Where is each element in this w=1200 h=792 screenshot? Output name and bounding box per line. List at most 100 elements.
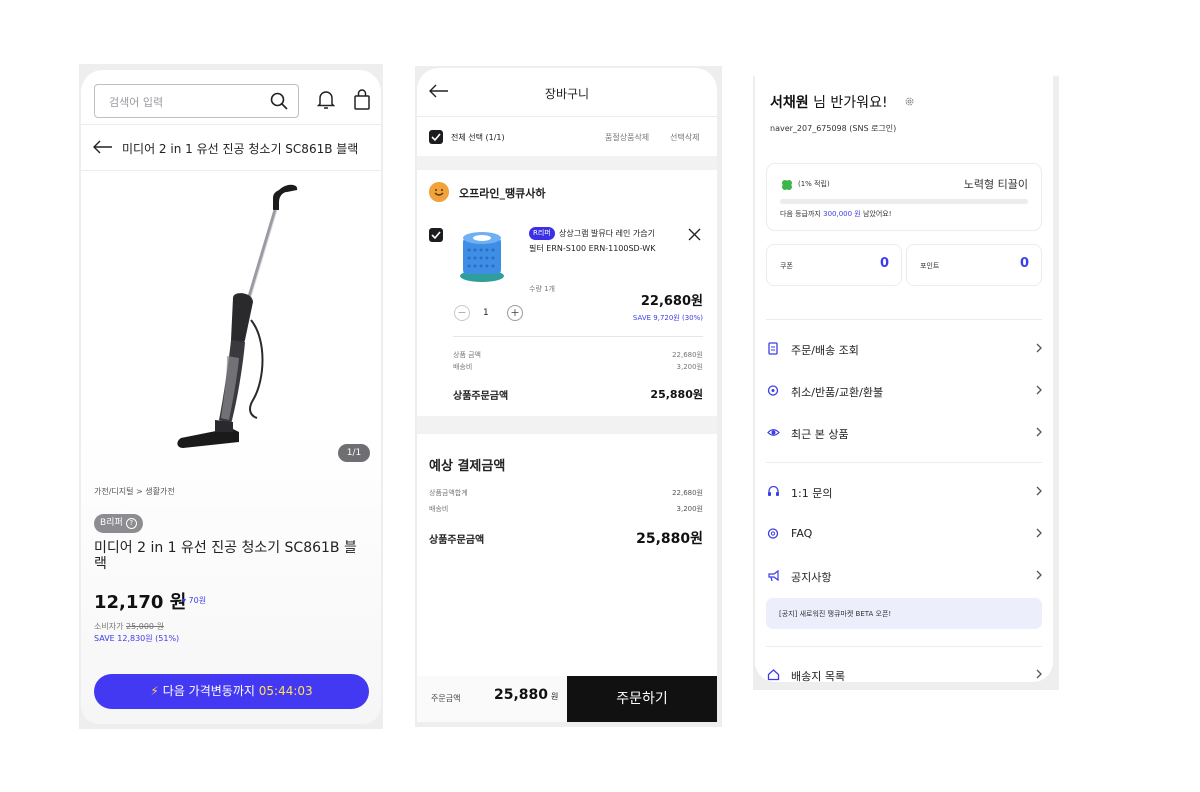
summary-value: 3,200원: [676, 363, 703, 371]
quantity-value: 1: [483, 308, 489, 318]
estimate-total: 25,880원: [636, 531, 703, 547]
delete-soldout-button[interactable]: 품절상품삭제: [605, 132, 649, 143]
headset-icon: [768, 485, 779, 496]
menu-label: 배송지 목록: [791, 670, 846, 682]
coupon-count: 0: [879, 256, 889, 271]
section-gap: [417, 416, 717, 434]
item-name-line1[interactable]: 상상그램 발뮤다 레인 가습기: [559, 228, 655, 239]
point-count: 0: [1019, 256, 1029, 271]
item-thumbnail[interactable]: [457, 230, 507, 284]
account-id: naver_207_675098 (SNS 로그인): [770, 124, 897, 133]
page-title: 미디어 2 in 1 유선 진공 청소기 SC861B 블랙: [122, 142, 359, 156]
select-all-checkbox[interactable]: [429, 130, 443, 144]
menu-label: 최근 본 상품: [791, 428, 849, 441]
help-icon[interactable]: ?: [125, 518, 137, 529]
mypage-screen: 서채원 님 반가워요! naver_207_675098 (SNS 로그인) (…: [755, 76, 1053, 682]
estimate-title: 예상 결제금액: [429, 459, 506, 474]
shopping-bag-icon[interactable]: [353, 89, 371, 110]
megaphone-icon: [768, 569, 779, 582]
menu-item-cancel-return[interactable]: 취소/반품/교환/환불: [767, 381, 1043, 401]
select-all-label[interactable]: 전체 선택 (1/1): [451, 132, 505, 143]
countdown-timer: 05:44:03: [258, 684, 313, 698]
refurb-badge[interactable]: B리퍼?: [94, 514, 143, 533]
reward-rate: (1% 적립): [798, 180, 830, 188]
menu-item-notice[interactable]: 공지사항: [767, 566, 1043, 586]
product-image[interactable]: [171, 180, 311, 455]
back-arrow-icon[interactable]: [93, 140, 113, 154]
breadcrumb[interactable]: 가전/디지털 > 생활가전: [94, 486, 175, 497]
chevron-right-icon: [1036, 669, 1042, 679]
search-input[interactable]: 검색어 입력: [94, 84, 299, 118]
greeting: 서채원 님 반가워요!: [770, 92, 888, 112]
section-gap: [417, 156, 717, 170]
point-label: 포인트: [920, 262, 940, 270]
user-name: 서채원: [770, 95, 809, 111]
divider: [453, 336, 703, 337]
divider: [766, 646, 1042, 647]
receipt-icon: [768, 342, 778, 355]
lightning-icon: ⚡: [150, 684, 159, 698]
chevron-right-icon: [1036, 427, 1042, 437]
menu-item-order-delivery[interactable]: 주문/배송 조회: [767, 339, 1043, 359]
cta-label: 다음 가격변동까지: [162, 684, 255, 698]
bell-icon[interactable]: [317, 90, 335, 110]
check-icon: [431, 133, 441, 142]
consumer-price: 소비자가 25,000 원: [94, 621, 164, 632]
quantity-decrease-button[interactable]: −: [454, 305, 470, 321]
chevron-right-icon: [1036, 528, 1042, 538]
return-icon: [767, 385, 779, 396]
product-price: 12,170 원: [94, 592, 187, 613]
order-button[interactable]: 주문하기: [567, 676, 717, 722]
clover-icon: [782, 180, 792, 190]
cart-screen: 장바구니 전체 선택 (1/1) 품절상품삭제 선택삭제 오프라인_땡큐사하 R…: [417, 68, 717, 722]
chevron-right-icon: [1036, 385, 1042, 395]
menu-label: 취소/반품/교환/환불: [791, 386, 884, 399]
product-screen: 검색어 입력 미디어 2 in 1 유선 진공 청소기 SC861B 블랙 1/…: [81, 70, 381, 724]
divider: [766, 462, 1042, 463]
price-change-timer-button[interactable]: ⚡ 다음 가격변동까지 05:44:03: [94, 674, 369, 709]
divider: [81, 170, 381, 171]
summary-value: 22,680원: [672, 351, 703, 359]
bottom-amount-label: 주문금액: [431, 694, 461, 703]
faq-icon: [767, 528, 779, 539]
estimate-label: 상품금액합계: [429, 489, 468, 497]
coupon-box[interactable]: 쿠폰 0: [766, 244, 902, 286]
divider: [417, 116, 717, 117]
item-name-line2[interactable]: 필터 ERN-S100 ERN-1100SD-WK: [529, 243, 655, 254]
next-grade-suffix: 남았어요!: [862, 210, 892, 218]
delete-selected-button[interactable]: 선택삭제: [670, 132, 699, 143]
close-icon[interactable]: [688, 228, 701, 241]
item-order-total: 25,880원: [650, 388, 703, 401]
menu-item-recently-viewed[interactable]: 최근 본 상품: [767, 423, 1043, 443]
store-name[interactable]: 오프라인_땡큐사하: [459, 185, 545, 201]
menu-item-inquiry[interactable]: 1:1 문의: [767, 482, 1043, 502]
member-grade: 노력형 티끌이: [963, 178, 1028, 191]
item-checkbox[interactable]: [429, 228, 443, 242]
estimate-label: 배송비: [429, 505, 449, 513]
estimate-value: 3,200원: [676, 505, 703, 513]
bottom-amount-value: 25,880: [494, 687, 549, 703]
notice-banner[interactable]: [공지] 새로워진 땡큐마켓 BETA 오픈!: [766, 598, 1042, 629]
gear-icon[interactable]: [904, 96, 915, 107]
chevron-right-icon: [1036, 343, 1042, 353]
point-box[interactable]: 포인트 0: [906, 244, 1042, 286]
quantity-increase-button[interactable]: +: [507, 305, 523, 321]
save-text: SAVE 12,830원 (51%): [94, 634, 180, 643]
menu-label: FAQ: [791, 527, 813, 540]
search-placeholder: 검색어 입력: [109, 96, 164, 109]
summary-label: 배송비: [453, 363, 473, 371]
coupon-label: 쿠폰: [780, 262, 793, 270]
image-pager: 1/1: [338, 444, 370, 462]
next-grade-prefix: 다음 등급까지: [780, 210, 821, 218]
next-grade-text: 다음 등급까지 300,000 원 남았어요!: [780, 209, 892, 219]
search-icon[interactable]: [269, 91, 289, 111]
menu-label: 공지사항: [791, 571, 832, 584]
grade-card[interactable]: [766, 163, 1042, 231]
item-order-total-label: 상품주문금액: [453, 391, 509, 402]
bottom-amount-unit: 원: [551, 692, 559, 701]
summary-label: 상품 금액: [453, 351, 481, 359]
menu-label: 주문/배송 조회: [791, 344, 859, 357]
product-name: 미디어 2 in 1 유선 진공 청소기 SC861B 블랙: [94, 540, 357, 572]
menu-item-address-list[interactable]: 배송지 목록: [767, 665, 1043, 682]
menu-item-faq[interactable]: FAQ: [767, 524, 1043, 544]
